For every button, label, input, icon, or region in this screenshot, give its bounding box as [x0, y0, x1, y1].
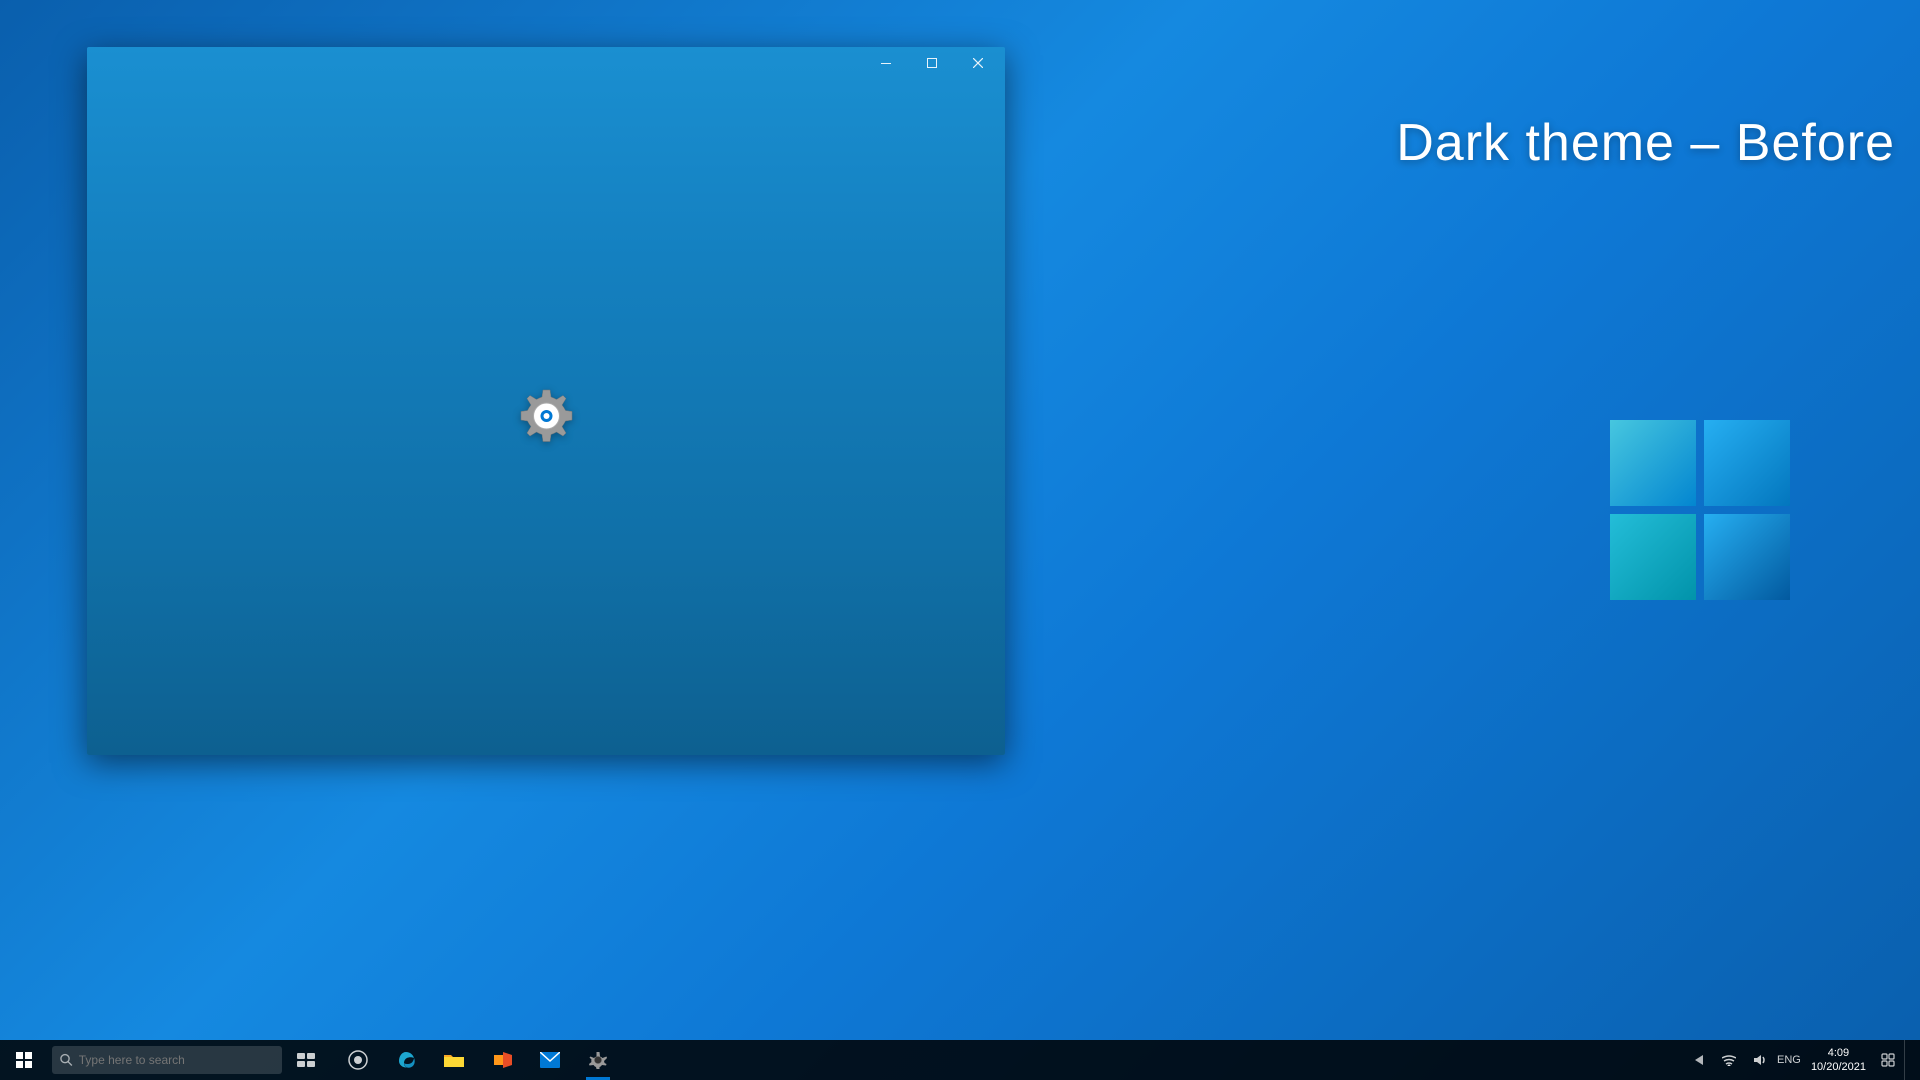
language-icon[interactable]: ENG: [1775, 1040, 1803, 1080]
desktop: Dark theme – Before: [0, 0, 1920, 1080]
explorer-icon: [444, 1051, 464, 1069]
settings-window: [87, 47, 1005, 755]
clock-date: 10/20/2021: [1811, 1060, 1866, 1074]
taskbar-app-taskview[interactable]: [282, 1040, 330, 1080]
system-tray-chevron[interactable]: [1685, 1040, 1713, 1080]
office-icon: [492, 1050, 512, 1070]
volume-icon[interactable]: [1745, 1040, 1773, 1080]
taskbar-app-office[interactable]: [478, 1040, 526, 1080]
mail-icon: [540, 1052, 560, 1068]
clock-time: 4:09: [1828, 1046, 1849, 1060]
taskbar-search[interactable]: [52, 1046, 282, 1074]
taskbar-app-settings[interactable]: [574, 1040, 622, 1080]
win-pane-2: [1704, 420, 1790, 506]
search-icon: [60, 1053, 73, 1067]
taskbar-app-explorer[interactable]: [430, 1040, 478, 1080]
network-icon[interactable]: [1715, 1040, 1743, 1080]
taskbar-clock[interactable]: 4:09 10/20/2021: [1805, 1040, 1872, 1080]
taskbar-apps: [334, 1040, 622, 1080]
taskbar-app-edge[interactable]: [382, 1040, 430, 1080]
minimize-button[interactable]: [863, 47, 909, 79]
close-button[interactable]: [955, 47, 1001, 79]
windows-logo: [1610, 420, 1790, 600]
win-pane-1: [1610, 420, 1696, 506]
window-content: [87, 79, 1005, 755]
settings-taskbar-icon: [589, 1051, 607, 1069]
taskbar: ENG 4:09 10/20/2021: [0, 1040, 1920, 1080]
task-view-icon: [297, 1053, 315, 1067]
edge-icon: [396, 1050, 416, 1070]
title-bar: [87, 47, 1005, 79]
maximize-button[interactable]: [909, 47, 955, 79]
taskbar-app-mail[interactable]: [526, 1040, 574, 1080]
taskbar-system-tray: ENG 4:09 10/20/2021: [1685, 1040, 1920, 1080]
win-pane-4: [1704, 514, 1790, 600]
settings-gear-icon: [514, 385, 579, 450]
cortana-icon: [348, 1050, 368, 1070]
show-desktop-button[interactable]: [1904, 1040, 1912, 1080]
search-input[interactable]: [79, 1053, 274, 1067]
theme-label: Dark theme – Before: [1396, 113, 1895, 173]
taskbar-app-cortana[interactable]: [334, 1040, 382, 1080]
window-controls: [863, 47, 1001, 79]
win-pane-3: [1610, 514, 1696, 600]
action-center-icon[interactable]: [1874, 1040, 1902, 1080]
start-button[interactable]: [0, 1040, 48, 1080]
